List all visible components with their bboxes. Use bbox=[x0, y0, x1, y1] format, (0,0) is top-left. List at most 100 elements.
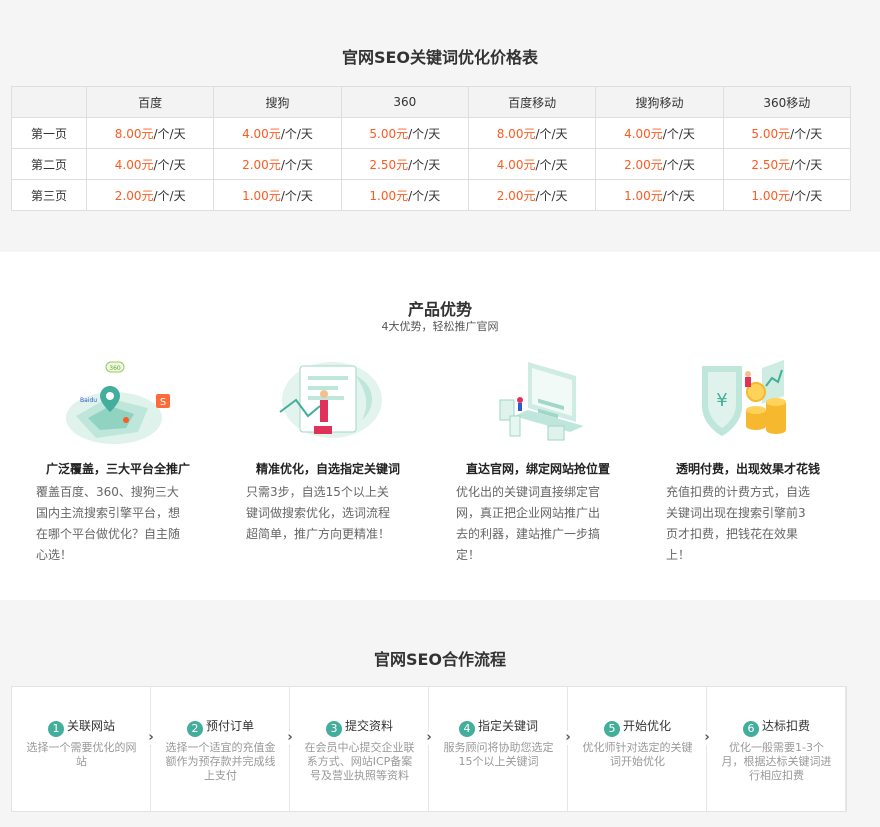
price-value: 4.00元 bbox=[114, 157, 154, 172]
step-number-badge: 3 bbox=[325, 721, 342, 737]
chevron-right-icon: › bbox=[422, 731, 436, 745]
price-value: 2.00元 bbox=[242, 157, 281, 172]
price-table: 百度 搜狗 360 百度移动 搜狗移动 360移动 第一页 8.00元/个/天 … bbox=[11, 86, 852, 211]
header-sogou-mobile: 搜狗移动 bbox=[595, 86, 724, 118]
step-title: 指定关键词 bbox=[477, 719, 538, 733]
step-title: 预付订单 bbox=[205, 719, 254, 733]
price-unit: /个/天 bbox=[662, 126, 695, 141]
advantage-name: 直达官网，绑定网站抢位置 bbox=[465, 462, 610, 476]
row-label: 第二页 bbox=[11, 148, 87, 180]
step-heading: 6 达标扣费 bbox=[707, 717, 846, 737]
price-unit: /个/天 bbox=[408, 188, 441, 203]
price-value: 4.00元 bbox=[496, 157, 536, 172]
price-unit: /个/天 bbox=[790, 126, 823, 141]
price-value: 2.50元 bbox=[751, 157, 791, 172]
advantage-desc: 优化出的关键词直接绑定官网，真正把企业网站推广出去的利器，建站推广一步搞定！ bbox=[456, 485, 601, 562]
keyword-board-illustration-icon bbox=[279, 362, 382, 438]
price-cell: 5.00元/个/天 bbox=[340, 117, 469, 149]
price-unit: /个/天 bbox=[280, 188, 313, 203]
website-screen-illustration-icon bbox=[499, 362, 584, 441]
step-title: 达标扣费 bbox=[761, 719, 810, 733]
step-heading: 2 预付订单 bbox=[151, 717, 290, 737]
step-number-badge: 5 bbox=[603, 721, 620, 737]
price-value: 8.00元 bbox=[496, 126, 536, 141]
price-cell: 4.00元/个/天 bbox=[213, 117, 342, 149]
price-value: 5.00元 bbox=[751, 126, 791, 141]
step-desc: 服务顾问将协助您选定15个以上关键词 bbox=[443, 741, 554, 768]
price-cell: 2.00元/个/天 bbox=[467, 179, 597, 211]
step-number-badge: 2 bbox=[186, 721, 203, 737]
step-desc: 选择一个适宜的充值金额作为预存款并完成线上支付 bbox=[165, 741, 276, 782]
chevron-right-icon: › bbox=[144, 731, 158, 745]
step-desc: 优化师针对选定的关键词开始优化 bbox=[582, 741, 693, 768]
badge-360: 360 bbox=[109, 365, 121, 372]
advantage-name: 广泛覆盖，三大平台全推广 bbox=[45, 462, 190, 476]
price-cell: 2.50元/个/天 bbox=[722, 148, 852, 180]
header-360-mobile: 360移动 bbox=[722, 86, 852, 118]
header-baidu: 百度 bbox=[85, 86, 215, 118]
step-heading: 5 开始优化 bbox=[568, 717, 707, 737]
row-label: 第一页 bbox=[11, 117, 87, 149]
chevron-right-icon: › bbox=[283, 731, 297, 745]
process-steps: 1 关联网站 选择一个需要优化的网站 2 预付订单 选择一个适宜的充值金额作为预存款… bbox=[11, 686, 847, 812]
step-heading: 3 提交资料 bbox=[290, 717, 429, 737]
table-row: 第三页 2.00元/个/天 1.00元/个/天 1.00元/个/天 2.00元/… bbox=[11, 179, 852, 211]
advantages-title: 产品优势 bbox=[407, 300, 472, 319]
price-value: 4.00元 bbox=[624, 126, 663, 141]
step-number-badge: 4 bbox=[458, 721, 475, 737]
price-unit: /个/天 bbox=[280, 157, 313, 172]
process-step: 2 预付订单 选择一个适宜的充值金额作为预存款并完成线上支付 bbox=[151, 687, 290, 811]
row-label: 第三页 bbox=[11, 179, 87, 211]
coins-shield-illustration-icon: ¥ bbox=[702, 360, 786, 436]
table-row: 第一页 8.00元/个/天 4.00元/个/天 5.00元/个/天 8.00元/… bbox=[11, 117, 852, 149]
price-title: 官网SEO关键词优化价格表 bbox=[341, 48, 539, 67]
advantages-section: 产品优势 4大优势，轻松推广官网 360 Baidu S 广泛覆盖，三大平台全推… bbox=[0, 252, 880, 600]
price-cell: 5.00元/个/天 bbox=[722, 117, 852, 149]
map-platform-illustration-icon: 360 Baidu S bbox=[66, 361, 170, 444]
price-unit: /个/天 bbox=[535, 157, 568, 172]
step-title: 提交资料 bbox=[344, 719, 393, 733]
price-cell: 4.00元/个/天 bbox=[85, 148, 215, 180]
price-unit: /个/天 bbox=[662, 157, 695, 172]
step-desc: 优化一般需要1-3个月，根据达标关键词进行相应扣费 bbox=[721, 741, 832, 782]
price-unit: /个/天 bbox=[153, 188, 186, 203]
price-cell: 8.00元/个/天 bbox=[467, 117, 597, 149]
advantages-subtitle: 4大优势，轻松推广官网 bbox=[381, 320, 499, 333]
price-value: 2.00元 bbox=[624, 157, 663, 172]
price-cell: 2.00元/个/天 bbox=[595, 148, 724, 180]
price-unit: /个/天 bbox=[535, 188, 568, 203]
price-unit: /个/天 bbox=[280, 126, 313, 141]
table-row: 第二页 4.00元/个/天 2.00元/个/天 2.50元/个/天 4.00元/… bbox=[11, 148, 852, 180]
process-section: 官网SEO合作流程 1 关联网站 选择一个需要优化的网站 2 预付订单 选择一个适宜… bbox=[0, 600, 880, 827]
price-cell: 1.00元/个/天 bbox=[595, 179, 724, 211]
step-number-badge: 1 bbox=[47, 721, 64, 737]
advantage-desc: 充值扣费的计费方式，自选关键词出现在搜索引擎前3页才扣费，把钱花在效果上！ bbox=[666, 485, 811, 562]
process-step: 3 提交资料 在会员中心提交企业联系方式、网站ICP备案号及营业执照等资料 bbox=[290, 687, 429, 811]
chevron-right-icon: › bbox=[561, 731, 575, 745]
price-cell: 2.50元/个/天 bbox=[340, 148, 469, 180]
advantage-desc: 只需3步，自选15个以上关键词做搜索优化，选词流程超简单，推广方向更精准！ bbox=[246, 485, 391, 541]
price-cell: 2.00元/个/天 bbox=[85, 179, 215, 211]
price-value: 2.00元 bbox=[114, 188, 154, 203]
price-cell: 1.00元/个/天 bbox=[340, 179, 469, 211]
chevron-right-icon: › bbox=[700, 731, 714, 745]
price-cell: 1.00元/个/天 bbox=[213, 179, 342, 211]
table-header-row: 百度 搜狗 360 百度移动 搜狗移动 360移动 bbox=[11, 86, 852, 118]
price-section: 官网SEO关键词优化价格表 百度 搜狗 360 百度移动 搜狗移动 360移动 … bbox=[0, 0, 880, 252]
price-value: 2.00元 bbox=[496, 188, 536, 203]
step-title: 开始优化 bbox=[622, 719, 671, 733]
price-cell: 1.00元/个/天 bbox=[722, 179, 852, 211]
price-cell: 4.00元/个/天 bbox=[467, 148, 597, 180]
step-desc: 选择一个需要优化的网站 bbox=[26, 741, 137, 768]
header-360: 360 bbox=[340, 86, 469, 118]
header-sogou: 搜狗 bbox=[213, 86, 342, 118]
step-heading: 1 关联网站 bbox=[12, 717, 151, 737]
price-cell: 4.00元/个/天 bbox=[595, 117, 724, 149]
badge-baidu: Baidu bbox=[80, 397, 97, 404]
price-unit: /个/天 bbox=[153, 157, 186, 172]
price-unit: /个/天 bbox=[408, 157, 441, 172]
step-number-badge: 6 bbox=[742, 721, 759, 737]
process-title: 官网SEO合作流程 bbox=[373, 650, 507, 669]
process-step: 5 开始优化 优化师针对选定的关键词开始优化 bbox=[568, 687, 707, 811]
advantage-name: 精准优化，自选指定关键词 bbox=[255, 462, 400, 476]
